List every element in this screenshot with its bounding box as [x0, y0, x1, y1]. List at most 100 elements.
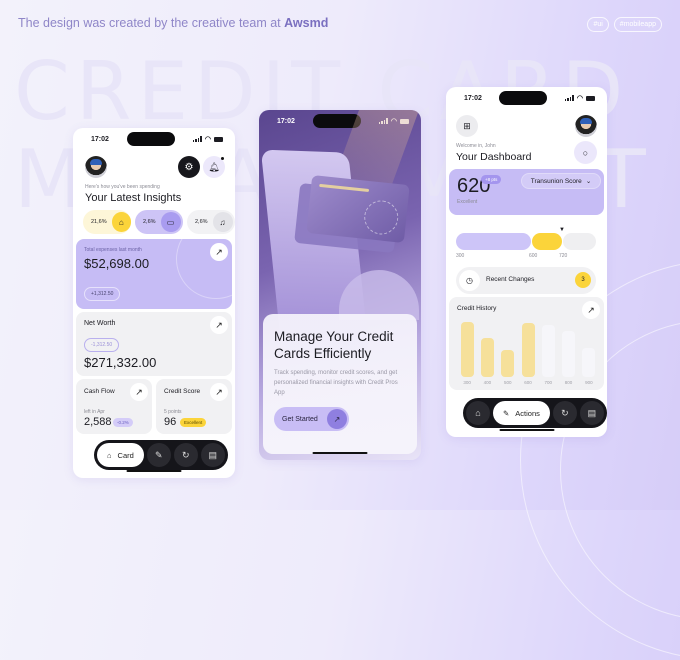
score-source-label: Transunion Score — [530, 177, 582, 185]
gear-icon: ⚙ — [184, 161, 194, 173]
nav-book[interactable]: ▤ — [200, 443, 225, 467]
credit-history-chart: 300 400 500 600 700 800 900 — [457, 319, 599, 387]
menu-button[interactable]: ⊞ — [456, 115, 478, 137]
wifi-icon: ◠ — [204, 136, 211, 143]
chart-bar — [521, 323, 535, 377]
credit-score-card[interactable]: Credit Score 5 points 96 Excellent ↗ — [156, 379, 232, 434]
chip-headphones[interactable]: 2,6% ♫ — [187, 210, 235, 234]
tag: #mobileapp — [613, 17, 662, 32]
signal-icon — [192, 136, 202, 142]
chip-wallet[interactable]: 2,6% ▭ — [135, 210, 183, 234]
recent-changes-label: Recent Changes — [486, 276, 535, 283]
recent-changes-row[interactable]: ◷ Recent Changes 3 — [456, 267, 596, 294]
status-time: 17:02 — [277, 117, 295, 125]
credit-score-label: Credit Score — [164, 388, 201, 395]
net-worth-card[interactable]: Net Worth -1,312.50 $271,332.00 ↗ — [76, 312, 232, 376]
status-icons: ◠ — [192, 135, 223, 143]
chart-bar — [480, 337, 494, 377]
score-range-bar — [456, 233, 597, 250]
range-segment-mid — [531, 233, 562, 250]
dashboard-title: Your Dashboard — [456, 151, 532, 163]
status-time: 17:02 — [91, 135, 109, 143]
avatar[interactable] — [575, 115, 597, 137]
score-marker-icon: ▼ — [559, 227, 565, 233]
chip-value: 2,6% — [195, 219, 208, 225]
chart-tick-label: 300 — [463, 380, 471, 385]
credit-score-open-button[interactable]: ↗ — [210, 383, 228, 401]
chip-value: 2,6% — [143, 219, 156, 225]
get-started-button[interactable]: Get Started ↗ — [274, 407, 349, 431]
arrow-up-right-icon: ↗ — [215, 319, 223, 330]
chip-home[interactable]: 21,6% ⌂ — [83, 210, 131, 234]
signal-icon — [564, 95, 574, 101]
credit-score-value: 96 — [164, 416, 177, 428]
nav-edit[interactable]: ✎ — [146, 443, 171, 467]
range-tick: 300 — [456, 253, 465, 259]
bell-icon: 🔔︎ — [208, 161, 220, 172]
credit-history-title: Credit History — [457, 305, 497, 312]
arrow-up-right-icon: ↗ — [327, 409, 347, 429]
insights-subtitle: Here's how you've been spending — [85, 184, 160, 190]
nav-home[interactable]: ⌂ — [466, 401, 490, 425]
tag-list: #ui #mobileapp — [587, 17, 662, 32]
chart-bar — [460, 321, 474, 377]
onboarding-title: Manage Your Credit Cards Efficiently — [274, 329, 394, 361]
card-illustration — [306, 175, 410, 243]
avatar[interactable] — [85, 156, 107, 178]
range-segment-low — [456, 233, 531, 250]
chevron-down-icon: ⌄ — [585, 178, 592, 185]
home-icon: ⌂ — [475, 408, 481, 418]
chart-bar — [501, 349, 515, 377]
credit-score-badge: Excellent — [180, 418, 207, 427]
status-bar: 17:02 ◠ — [446, 87, 607, 109]
cash-flow-open-button[interactable]: ↗ — [130, 383, 148, 401]
nav-refresh[interactable]: ↻ — [552, 401, 577, 425]
chart-tick-label: 600 — [524, 380, 532, 385]
welcome-text: Welcome in, John — [456, 143, 496, 149]
headphones-icon: ♫ — [212, 212, 233, 232]
battery-icon — [585, 95, 595, 101]
range-tick: 720 — [559, 253, 568, 259]
onboarding-description: Track spending, monitor credit scores, a… — [274, 370, 398, 396]
chart-bar — [582, 348, 596, 377]
search-button[interactable]: ○ — [574, 141, 597, 164]
nav-label: Card — [117, 450, 134, 460]
spending-chips: 21,6% ⌂ 2,6% ▭ 2,6% ♫ — [83, 210, 235, 234]
phone-insights: 17:02 ◠ ⚙ 🔔︎ Here's how you've been spend… — [73, 128, 235, 478]
dynamic-island — [126, 132, 175, 146]
home-indicator — [312, 452, 368, 454]
grid-icon: ⊞ — [463, 120, 471, 131]
chart-tick-label: 900 — [585, 380, 593, 385]
home-indicator — [499, 429, 554, 431]
arrow-up-right-icon: ↗ — [215, 246, 223, 257]
battery-icon — [213, 136, 223, 142]
expenses-label: Total expenses last month — [84, 247, 142, 253]
net-worth-open-button[interactable]: ↗ — [210, 316, 228, 334]
settings-button[interactable]: ⚙ — [178, 156, 200, 178]
nav-refresh[interactable]: ↻ — [173, 443, 198, 467]
bottom-nav: ⌂ Card ✎ ↻ ▤ — [94, 440, 228, 470]
phone-dashboard: 17:02 ◠ ⊞ Welcome in, John Your Dashboard… — [446, 87, 607, 437]
score-source-select[interactable]: Transunion Score ⌄ — [521, 173, 601, 189]
arrow-up-right-icon: ↗ — [215, 386, 223, 397]
nav-label: Actions — [515, 408, 540, 418]
expenses-delta: +1,312.50 — [84, 287, 121, 301]
credit-history-open-button[interactable]: ↗ — [582, 301, 600, 319]
wifi-icon: ◠ — [576, 95, 583, 102]
cash-flow-card[interactable]: Cash Flow left in Apr 2,588 -0.2% ↗ — [76, 379, 152, 434]
status-bar: 17:02 ◠ — [73, 128, 235, 150]
pencil-icon: ✎ — [155, 449, 163, 460]
nav-card[interactable]: ⌂ Card — [97, 443, 144, 467]
range-tick: 600 — [529, 253, 538, 259]
nav-actions[interactable]: ✎ Actions — [493, 401, 550, 425]
expenses-open-button[interactable]: ↗ — [210, 243, 228, 261]
net-worth-delta: -1,312.50 — [84, 338, 120, 352]
cash-flow-value: 2,588 — [84, 416, 112, 428]
phone-onboarding: 17:02◠ Manage Your Credit Cards Efficien… — [259, 110, 421, 460]
arrow-up-right-icon: ↗ — [135, 386, 143, 397]
expenses-card[interactable]: Total expenses last month $52,698.00 +1,… — [76, 239, 232, 309]
nav-book[interactable]: ▤ — [579, 401, 604, 425]
status-icons: ◠ — [564, 94, 595, 102]
pencil-icon: ✎ — [503, 408, 510, 418]
score-label: Excellent — [457, 199, 478, 205]
